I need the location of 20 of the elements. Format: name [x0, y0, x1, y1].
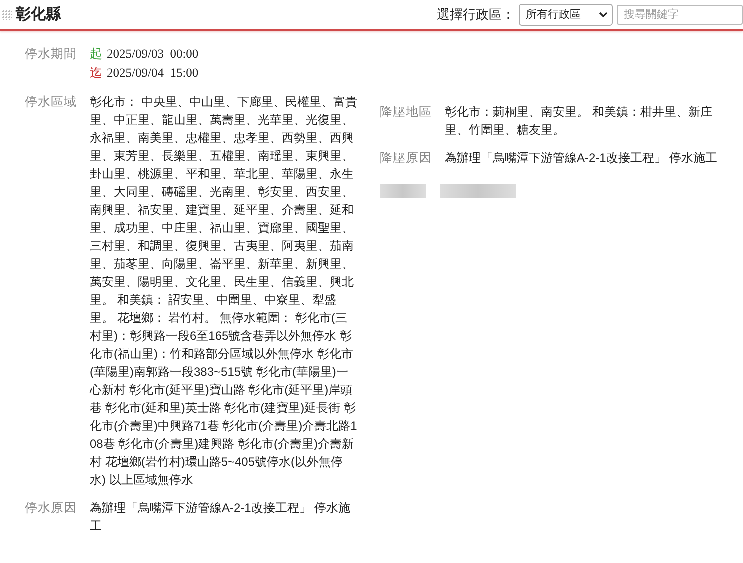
dotted-grip-icon — [2, 10, 12, 20]
period-time: 2025/09/03 00:00 — [107, 46, 199, 63]
search-field[interactable]: 搜尋關鍵字 — [617, 4, 743, 24]
period-time: 2025/09/04 15:00 — [107, 65, 199, 82]
field-value: 為辦理「烏嘴潭下游管線A-2-1改接工程」 停水施工 — [445, 150, 719, 167]
field-label: 降壓地區 — [380, 104, 433, 121]
filter-label: 選擇行政區： — [437, 6, 515, 24]
district-select[interactable]: 所有行政區 — [519, 4, 613, 26]
field-label: 停水期間 — [25, 46, 78, 63]
field-value: 為辦理「烏嘴潭下游管線A-2-1改接工程」 停水施工 — [90, 500, 352, 535]
period-marker: 迄 — [90, 65, 103, 82]
field-label: 停水原因 — [25, 500, 78, 517]
chevron-down-icon — [599, 12, 608, 18]
field-value: 彰化市：莿桐里、南安里。 和美鎮：柑井里、新庄里、竹圍里、糖友里。 — [445, 104, 714, 139]
field-label: 降壓原因 — [380, 150, 433, 167]
field-value: 彰化市： 中央里、中山里、下廊里、民權里、富貴里、中正里、龍山里、萬壽里、光華里、光復里、永福里、南美里、忠權里、忠孝里、西勢里、西興里、東芳里、長樂里、五權里、南瑶里、東興里、卦山里、桃源里、平和里、華北里、華陽里、永生里、大同里、磚磘里、光南里、彰安里、西安里、南興里、福安里、建寶里、延平里、介壽里、延和里、成功里、中庄里、福山里、寶廍里、國聖里、三村里、和調里、復興里、古夷里、阿夷里、茄南里、茄苳里、向陽里、崙平里、新華里、新興里、萬安里、陽明里、文化里、民生里、信義里、興北里。 和美鎮： 詔安里、中圍里、中寮里、犁盛里。 花壇鄉： 岩竹村。 無停水範圍： 彰化市(三村里)：彰興路一段6至165號含巷弄以外無停水 彰化市(福山里)：竹和路部分區域以外無停水 彰化市(華陽里)南郭路一段383~515號 彰化市(華陽里)一心新村 彰化市(延平里)寶山路 彰化市(延平里)岸頭巷 彰化市(延和里)英士路 彰化市(建寶里)延長街 彰化市(介壽里)中興路71巷 彰化市(介壽里)介壽北路108巷 彰化市(介壽里)建興路 彰化市(介壽里)介壽新村 花壇鄉(岩竹村)環山路5~405號停水(以外無停水) 以上區域無停水 — [90, 94, 358, 489]
field-label: 停水區域 — [25, 94, 78, 111]
period-marker: 起 — [90, 46, 103, 63]
page-title: 彰化縣 — [16, 5, 62, 24]
redacted-block — [380, 184, 426, 198]
